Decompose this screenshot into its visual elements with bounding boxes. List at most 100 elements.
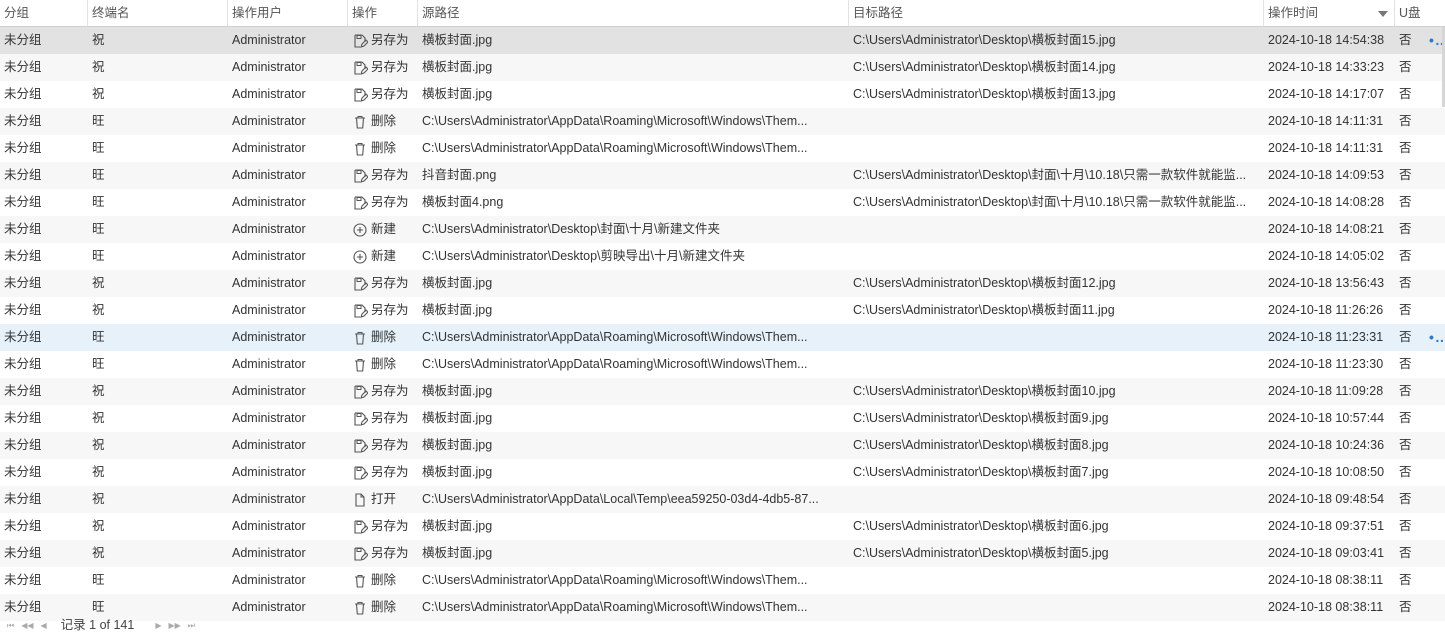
table-row[interactable]: 未分组 祝 Administrator 另存为 横板封面.jpg C:\Users\Adm… — [0, 432, 1445, 459]
table-row[interactable]: 未分组 祝 Administrator 另存为 横板封面.jpg C:\Users\Adm… — [0, 54, 1445, 81]
table-row[interactable]: 未分组旺 Administrator 删除 C:\Users\Administrato… — [0, 135, 1445, 162]
cell-dst — [849, 567, 1264, 594]
cell-user: Administrator — [232, 600, 306, 614]
cell-time: 2024-10-18 08:38:11 — [1268, 573, 1384, 587]
table-row[interactable]: 未分组旺 Administrator 删除 C:\Users\Administrato… — [0, 351, 1445, 378]
save-as-icon — [352, 519, 368, 535]
prev-page-button[interactable]: ◀ — [41, 617, 47, 634]
table-row[interactable]: 未分组 祝 Administrator 另存为 横板封面.jpg C:\Users\Adm… — [0, 405, 1445, 432]
cell-src: 横板封面.jpg — [422, 87, 493, 101]
cell-time: 2024-10-18 08:38:11 — [1268, 600, 1384, 614]
cell-terminal: 祝 — [92, 492, 105, 506]
cell-group: 未分组 — [4, 141, 42, 155]
cell-op: 删除 — [348, 324, 418, 351]
cell-group: 未分组 — [4, 438, 42, 452]
cell-terminal: 旺 — [92, 222, 105, 236]
grid-header: 分组 终端名 操作用户 操作 源路径 目标路径 操作时间 U盘 — [0, 0, 1445, 27]
cell-user: Administrator — [232, 222, 306, 236]
prev-fast-button[interactable]: ◀◀ — [21, 617, 33, 634]
header-src[interactable]: 源路径 — [418, 0, 849, 26]
table-row[interactable]: 未分组 祝 Administrator 另存为 横板封面.jpg C:\Users\Adm… — [0, 513, 1445, 540]
cell-user: Administrator — [232, 303, 306, 317]
cell-udisk: 否 — [1399, 357, 1412, 371]
next-fast-button[interactable]: ▶▶ — [168, 617, 180, 634]
table-row[interactable]: 未分组旺 Administrator 删除 C:\Users\Administrato… — [0, 594, 1445, 621]
op-label: 新建 — [371, 222, 397, 236]
op-label: 另存为 — [371, 384, 409, 398]
header-udisk[interactable]: U盘 — [1395, 0, 1445, 26]
cell-terminal: 旺 — [92, 330, 105, 344]
header-user[interactable]: 操作用户 — [228, 0, 348, 26]
cell-user: Administrator — [232, 276, 306, 290]
cell-udisk: 否 — [1399, 492, 1412, 506]
cell-user: Administrator — [232, 384, 306, 398]
header-group[interactable]: 分组 — [0, 0, 88, 26]
cell-terminal: 旺 — [92, 141, 105, 155]
table-row[interactable]: 未分组 祝 Administrator 另存为 横板封面.jpg C:\Users\Adm… — [0, 378, 1445, 405]
cell-dst — [849, 324, 1264, 351]
table-row[interactable]: 未分组 祝 Administrator 另存为 横板封面.jpg C:\Users\Adm… — [0, 270, 1445, 297]
table-row[interactable]: 未分组 旺 Administrator 新建 C:\Users\Administrato… — [0, 216, 1445, 243]
cell-src: 横板封面4.png — [422, 195, 504, 209]
op-label: 另存为 — [371, 87, 409, 101]
cell-udisk: 否 — [1399, 411, 1412, 425]
header-time[interactable]: 操作时间 — [1264, 0, 1395, 26]
table-row[interactable]: 未分组 旺 Administrator 新建 C:\Users\Administrato… — [0, 243, 1445, 270]
more-actions-icon[interactable]: ••• — [1425, 324, 1445, 351]
first-page-button[interactable]: ⏮ — [7, 617, 14, 634]
cell-terminal: 旺 — [92, 249, 105, 263]
op-label: 删除 — [371, 141, 397, 155]
cell-user: Administrator — [232, 87, 306, 101]
cell-dst: C:\Users\Administrator\Desktop\横板封面7.jpg — [853, 465, 1109, 479]
table-row[interactable]: 未分组 旺 Administrator 另存为 横板封面4.png C:\Users\Ad… — [0, 189, 1445, 216]
cell-op: 另存为 — [348, 459, 418, 486]
cell-user: Administrator — [232, 546, 306, 560]
next-page-button[interactable]: ▶ — [155, 617, 161, 634]
save-as-icon — [352, 384, 368, 400]
cell-terminal: 祝 — [92, 33, 105, 47]
cell-group: 未分组 — [4, 492, 42, 506]
table-row[interactable]: 未分组旺 Administrator 删除 C:\Users\Administrato… — [0, 108, 1445, 135]
cell-src: 横板封面.jpg — [422, 60, 493, 74]
file-icon — [352, 492, 368, 508]
cell-dst: C:\Users\Administrator\Desktop\横板封面12.jp… — [853, 276, 1116, 290]
header-terminal[interactable]: 终端名 — [88, 0, 228, 26]
table-row[interactable]: 未分组旺 Administrator 删除 C:\Users\Administrato… — [0, 567, 1445, 594]
table-row[interactable]: 未分组 祝 Administrator 打开 C:\Users\Administrato… — [0, 486, 1445, 513]
cell-terminal: 旺 — [92, 168, 105, 182]
op-label: 删除 — [371, 114, 397, 128]
cell-user: Administrator — [232, 168, 306, 182]
sort-desc-icon[interactable] — [1378, 11, 1388, 17]
cell-terminal: 祝 — [92, 276, 105, 290]
header-dst[interactable]: 目标路径 — [849, 0, 1264, 26]
cell-terminal: 旺 — [92, 114, 105, 128]
table-row[interactable]: 未分组旺 Administrator 删除 C:\Users\Administrato… — [0, 324, 1445, 351]
table-row[interactable]: 未分组 祝 Administrator 另存为 横板封面.jpg C:\Users\Adm… — [0, 459, 1445, 486]
cell-udisk: 否 — [1399, 249, 1412, 263]
cell-group: 未分组 — [4, 465, 42, 479]
cell-udisk: 否 — [1399, 438, 1412, 452]
cell-terminal: 祝 — [92, 384, 105, 398]
table-row[interactable]: 未分组 旺 Administrator 另存为 抖音封面.png C:\Users\Adm… — [0, 162, 1445, 189]
table-row[interactable]: 未分组 祝 Administrator 另存为 横板封面.jpg C:\Users\Adm… — [0, 540, 1445, 567]
cell-dst: C:\Users\Administrator\Desktop\横板封面5.jpg — [853, 546, 1109, 560]
cell-group: 未分组 — [4, 249, 42, 263]
cell-src: C:\Users\Administrator\AppData\Roaming\M… — [422, 573, 808, 587]
save-as-icon — [352, 303, 368, 319]
table-row[interactable]: 未分组 祝 Administrator 另存为 横板封面.jpg C:\Users\Adm… — [0, 27, 1445, 54]
cell-user: Administrator — [232, 33, 306, 47]
table-row[interactable]: 未分组 祝 Administrator 另存为 横板封面.jpg C:\Users\Adm… — [0, 297, 1445, 324]
save-as-icon — [352, 33, 368, 49]
table-row[interactable]: 未分组 祝 Administrator 另存为 横板封面.jpg C:\Users\Adm… — [0, 81, 1445, 108]
cell-user: Administrator — [232, 60, 306, 74]
cell-group: 未分组 — [4, 384, 42, 398]
cell-udisk: 否 — [1399, 195, 1412, 209]
cell-op: 删除 — [348, 594, 418, 621]
last-page-button[interactable]: ⏭ — [188, 617, 195, 634]
cell-op: 打开 — [348, 486, 418, 513]
cell-group: 未分组 — [4, 60, 42, 74]
header-op[interactable]: 操作 — [348, 0, 418, 26]
save-as-icon — [352, 195, 368, 211]
cell-time: 2024-10-18 10:57:44 — [1268, 411, 1385, 425]
header-time-label: 操作时间 — [1268, 6, 1319, 20]
